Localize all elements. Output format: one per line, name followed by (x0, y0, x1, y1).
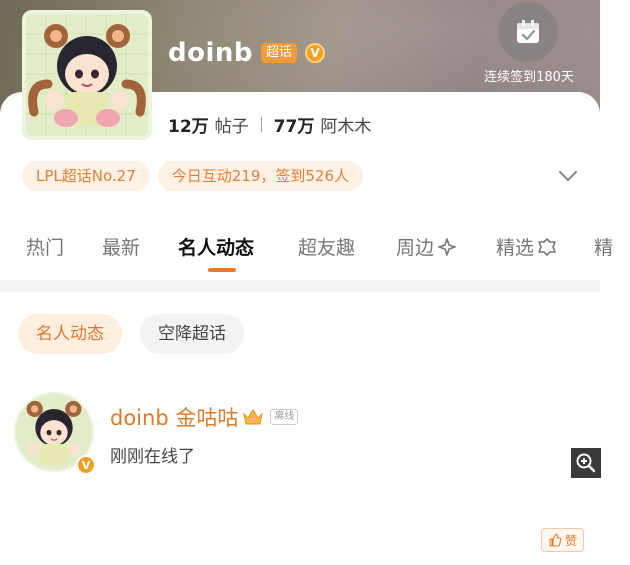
thumbs-up-icon (549, 533, 562, 547)
section-divider (0, 280, 600, 292)
crown-icon (243, 409, 264, 425)
chevron-down-icon[interactable] (556, 166, 580, 186)
chip-celebrity[interactable]: 名人动态 (18, 314, 122, 354)
tab-featured-label: 精选 (496, 237, 535, 259)
tab-merch-label: 周边 (396, 237, 435, 259)
verified-badge-icon: V (305, 43, 326, 63)
tab-bar: 热门 最新 名人动态 超友趣 周边 精选 精 (0, 225, 613, 271)
fans-count: 77万 (273, 117, 315, 137)
fans-label: 阿木木 (320, 117, 372, 137)
tab-celebrity-label: 名人动态 (178, 237, 255, 259)
zoom-in-icon (576, 453, 596, 473)
posts-count: 12万 (168, 117, 209, 137)
tab-latest[interactable]: 最新 (102, 233, 140, 260)
activity-tag[interactable]: 今日互动219，签到526人 (157, 161, 364, 191)
badge-icon (538, 237, 556, 256)
tab-overflow[interactable]: 精 (594, 233, 613, 260)
stats-row: 12万 帖子 77万 阿木木 (168, 112, 371, 137)
active-tab-indicator (208, 268, 236, 272)
title-row: doinb 超话 V (168, 38, 326, 68)
like-label: 赞 (565, 533, 578, 548)
page-title: doinb (168, 38, 254, 68)
post-author-name[interactable]: doinb 金咕咕 (110, 402, 238, 432)
tab-fun-label: 超友趣 (298, 237, 356, 259)
tab-celebrity[interactable]: 名人动态 (178, 233, 254, 260)
avatar-illustration (26, 14, 148, 136)
tab-fun[interactable]: 超友趣 (298, 233, 355, 260)
super-topic-badge: 超话 (261, 43, 298, 63)
tab-overflow-label: 精 (594, 237, 614, 259)
right-gutter (600, 0, 630, 565)
calendar-check-icon (498, 2, 558, 62)
super-topic-avatar[interactable] (22, 10, 152, 140)
filter-chips: 名人动态 空降超话 (18, 314, 244, 354)
sparkle-icon (438, 237, 456, 256)
tag-row: LPL超话No.27 今日互动219，签到526人 (22, 161, 364, 191)
tab-hot[interactable]: 热门 (26, 233, 64, 260)
app-root: doinb 超话 V 连续签到180天 12万 帖子 77万 阿木木 LPL超话… (0, 0, 630, 565)
checkin-streak-text: 连续签到180天 (484, 70, 574, 85)
zoom-in-button[interactable] (571, 448, 601, 478)
offline-badge: 离线 (270, 409, 299, 425)
tab-hot-label: 热门 (26, 237, 65, 259)
tab-latest-label: 最新 (102, 237, 141, 259)
post-author-row: doinb 金咕咕 离线 (110, 402, 299, 432)
like-button[interactable]: 赞 (541, 528, 585, 552)
posts-label: 帖子 (214, 117, 249, 137)
post-verified-icon: V (76, 455, 96, 475)
stats-divider (260, 117, 262, 132)
rank-tag[interactable]: LPL超话No.27 (22, 161, 150, 191)
chip-airdrop[interactable]: 空降超话 (140, 314, 244, 354)
checkin-button[interactable]: 连续签到180天 (478, 2, 580, 86)
post-status-text: 刚刚在线了 (110, 447, 195, 467)
tab-merch[interactable]: 周边 (396, 233, 457, 260)
tab-featured[interactable]: 精选 (496, 233, 557, 260)
